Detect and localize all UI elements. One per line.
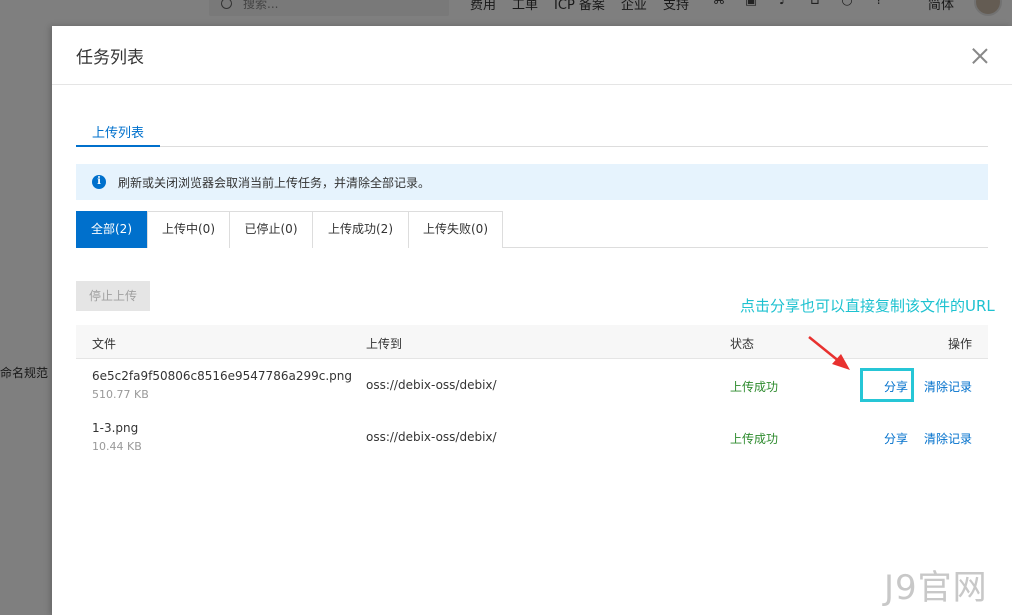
watermark: J9官网 — [884, 568, 988, 608]
annotation-arrow — [808, 336, 850, 370]
arrow-shaft — [808, 336, 841, 363]
task-list-drawer: 任务列表 上传列表 i 刷新或关闭浏览器会取消当前上传任务，并清除全部记录。 全… — [52, 26, 1012, 615]
